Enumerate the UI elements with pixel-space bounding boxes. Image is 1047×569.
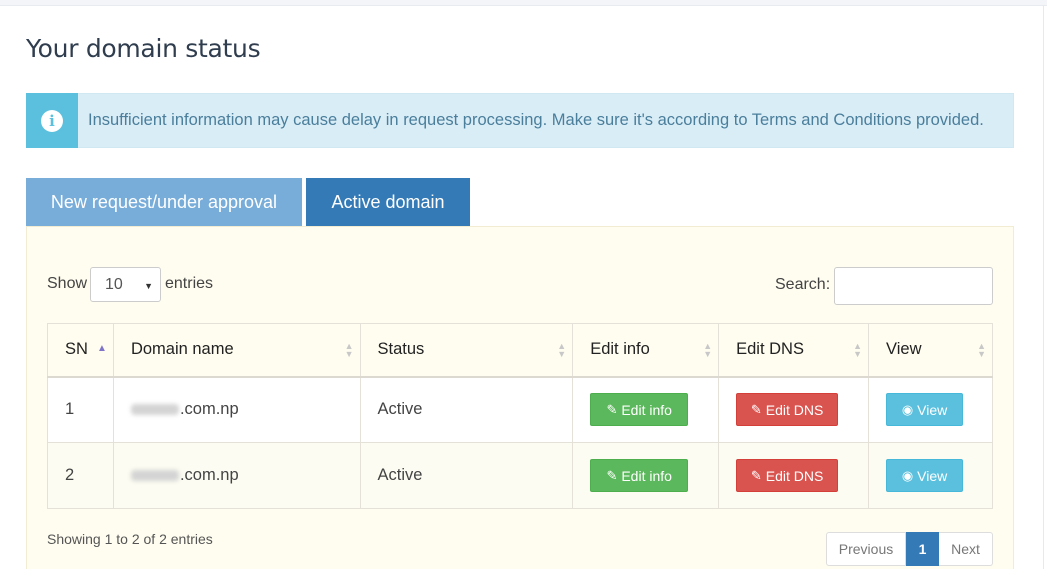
cell-sn: 2	[47, 442, 114, 509]
pagination-previous[interactable]: Previous	[826, 532, 906, 566]
cell-view: ◉ View	[868, 442, 993, 509]
cell-view: ◉ View	[868, 376, 993, 443]
domain-table: SN ▲ Domain name ▲ ▼ Status ▲ ▼ Edit info ▲ ▼ E…	[47, 323, 993, 509]
cell-edit-info: ✎ Edit info	[572, 442, 720, 509]
pagination: Previous 1 Next	[826, 532, 993, 566]
column-header-edit-dns[interactable]: Edit DNS ▲ ▼	[718, 323, 870, 378]
edit-icon: ✎	[750, 401, 762, 417]
cell-edit-dns: ✎ Edit DNS	[718, 376, 870, 443]
edit-icon: ✎	[606, 401, 618, 417]
eye-icon: ◉	[901, 467, 914, 483]
pagination-page-1[interactable]: 1	[906, 532, 939, 566]
page-title: Your domain status	[26, 34, 261, 63]
column-header-status[interactable]: Status ▲ ▼	[359, 323, 574, 378]
sort-icon: ▲ ▼	[853, 341, 863, 359]
entries-select-value: 10	[105, 275, 123, 293]
entries-select[interactable]: 10 ▼	[90, 267, 161, 302]
redacted-domain	[130, 470, 179, 482]
edit-icon: ✎	[750, 467, 762, 483]
cell-edit-info: ✎ Edit info	[572, 376, 720, 443]
cell-domain-name: .com.np	[112, 442, 361, 509]
cell-domain-name: .com.np	[112, 376, 361, 443]
caret-down-icon: ▼	[144, 281, 153, 291]
pagination-next[interactable]: Next	[939, 532, 993, 566]
table-header-row: SN ▲ Domain name ▲ ▼ Status ▲ ▼ Edit info ▲ ▼ E…	[47, 323, 993, 378]
table-row: 2 .com.np Active ✎ Edit info ✎ Edit DNS ◉ V…	[47, 442, 993, 509]
top-bar	[0, 0, 1047, 6]
alert-text: Insufficient information may cause delay…	[88, 111, 984, 129]
column-header-edit-info[interactable]: Edit info ▲ ▼	[572, 323, 720, 378]
info-circle-icon: i	[41, 109, 63, 132]
sort-icon: ▲ ▼	[703, 341, 713, 359]
view-button[interactable]: ◉ View	[886, 393, 964, 427]
entries-label: entries	[165, 275, 214, 292]
sort-asc-icon: ▲	[97, 343, 107, 354]
search-input[interactable]	[834, 267, 993, 305]
edit-info-button[interactable]: ✎ Edit info	[590, 459, 689, 492]
show-label: Show	[47, 275, 88, 292]
column-header-view[interactable]: View ▲ ▼	[868, 323, 993, 378]
column-header-domain-name[interactable]: Domain name ▲ ▼	[112, 323, 361, 378]
sort-icon: ▲ ▼	[344, 341, 354, 359]
view-button[interactable]: ◉ View	[886, 459, 964, 492]
cell-status: Active	[359, 442, 574, 509]
cell-sn: 1	[47, 376, 114, 443]
table-row: 1 .com.np Active ✎ Edit info ✎ Edit DNS ◉ V…	[47, 376, 993, 443]
edit-icon: ✎	[606, 467, 618, 483]
search-label: Search:	[775, 276, 831, 293]
edit-info-button[interactable]: ✎ Edit info	[590, 393, 689, 427]
alert-icon-box: i	[26, 93, 78, 148]
edit-dns-button[interactable]: ✎ Edit DNS	[736, 459, 839, 492]
content-border	[1043, 6, 1044, 569]
redacted-domain	[130, 404, 179, 416]
sort-icon: ▲ ▼	[557, 341, 567, 359]
cell-status: Active	[359, 376, 574, 443]
info-alert: i Insufficient information may cause del…	[26, 93, 1014, 148]
column-header-sn[interactable]: SN ▲	[47, 323, 114, 378]
tab-new-request[interactable]: New request/under approval	[26, 178, 302, 227]
sort-icon: ▲ ▼	[977, 341, 986, 359]
table-info: Showing 1 to 2 of 2 entries	[47, 531, 213, 547]
edit-dns-button[interactable]: ✎ Edit DNS	[736, 393, 839, 427]
eye-icon: ◉	[901, 401, 914, 417]
cell-edit-dns: ✎ Edit DNS	[718, 442, 870, 509]
tab-active-domain[interactable]: Active domain	[306, 178, 470, 227]
